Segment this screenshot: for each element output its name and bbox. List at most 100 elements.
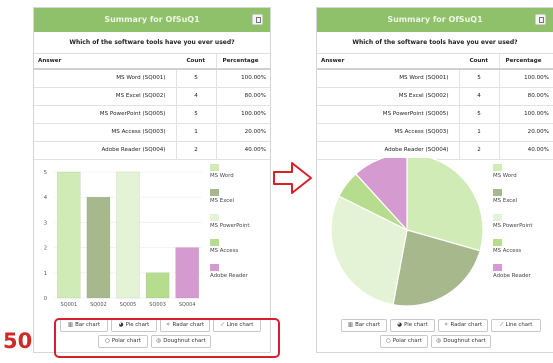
legend-swatch [493, 239, 502, 246]
legend-label: Adobe Reader [493, 273, 531, 279]
column-header-count: Count [459, 54, 500, 70]
answer-cell: MS PowerPoint (SQ005) [34, 105, 177, 124]
panel-title: Summary for OfSuQ1 [104, 15, 200, 24]
x-tick-label: SQ004 [179, 302, 196, 308]
chart-legend: MS Word MS Excel MS PowerPoint MS Access Ado… [210, 164, 249, 289]
summary-panel-pie: Summary for OfSuQ1 Which of the software… [316, 7, 553, 353]
table-row: MS Excel (SQ002) 4 80.00% [317, 87, 553, 106]
legend-swatch [210, 189, 219, 196]
x-tick-label: SQ003 [149, 302, 166, 308]
legend-item[interactable]: MS Access [493, 239, 532, 255]
legend-item[interactable]: Adobe Reader [493, 264, 532, 280]
panel-header: Summary for OfSuQ1 [34, 8, 270, 32]
highlight-box [54, 318, 280, 358]
table-row: MS Word (SQ001) 5 100.00% [34, 69, 270, 88]
legend-swatch [493, 214, 502, 221]
bar [86, 196, 111, 299]
x-tick-label: SQ001 [60, 302, 77, 308]
legend-swatch [493, 189, 502, 196]
count-cell: 1 [176, 123, 217, 142]
bar [175, 247, 199, 299]
count-cell: 5 [176, 105, 217, 124]
count-cell: 4 [459, 87, 500, 106]
y-tick-label: 1 [44, 271, 47, 277]
bar-chart: 0 1 2 3 4 5 SQ001 SQ002 SQ005 SQ003 SQ004 [44, 170, 202, 308]
question-text: Which of the software tools have you eve… [34, 32, 270, 54]
percentage-cell: 40.00% [499, 141, 553, 160]
answer-cell: MS Access (SQ003) [34, 123, 177, 142]
panel-title: Summary for OfSuQ1 [387, 15, 483, 24]
bar [57, 171, 81, 299]
export-icon[interactable] [535, 14, 546, 25]
count-cell: 2 [176, 141, 217, 160]
bar [116, 171, 140, 299]
percentage-cell: 20.00% [216, 123, 270, 142]
line-chart-icon: ⟋ [499, 322, 504, 328]
y-tick-label: 0 [44, 296, 47, 302]
percentage-cell: 80.00% [499, 87, 553, 106]
legend-swatch [210, 264, 219, 271]
table-header-row: Answer Count Percentage [34, 54, 270, 70]
percentage-cell: 100.00% [499, 105, 553, 124]
table-row: MS Access (SQ003) 1 20.00% [34, 123, 270, 142]
export-icon[interactable] [252, 14, 263, 25]
column-header-answer: Answer [317, 54, 459, 70]
step-number: 50 [3, 329, 33, 353]
answer-cell: MS Word (SQ001) [317, 69, 460, 88]
x-tick-label: SQ002 [90, 302, 107, 308]
legend-item[interactable]: MS Access [210, 239, 249, 255]
bar-chart-area: 0 1 2 3 4 5 SQ001 SQ002 SQ005 SQ003 SQ004 MS Word M… [34, 158, 270, 310]
summary-table: Answer Count Percentage MS Word (SQ001) 5… [317, 54, 553, 160]
legend-label: MS Word [210, 173, 234, 179]
legend-swatch [210, 239, 219, 246]
pie-chart-area: MS Word MS Excel MS PowerPoint MS Access Ado… [317, 153, 553, 310]
polar-chart-icon: ○ [386, 338, 391, 344]
polar-chart-button[interactable]: ○ Polar chart [380, 335, 428, 348]
legend-item[interactable]: MS PowerPoint [210, 214, 249, 230]
y-tick-label: 2 [44, 246, 47, 252]
pie-chart-icon: ◕ [397, 322, 403, 328]
table-row: MS Access (SQ003) 1 20.00% [317, 123, 553, 142]
legend-item[interactable]: MS Excel [210, 189, 249, 205]
bar [145, 272, 170, 299]
count-cell: 5 [176, 69, 217, 88]
line-chart-button[interactable]: ⟋ Line chart [491, 319, 541, 332]
legend-label: MS PowerPoint [493, 223, 533, 229]
legend-label: MS Word [493, 173, 517, 179]
radar-chart-icon: ✧ [443, 322, 449, 328]
summary-panel-bar: Summary for OfSuQ1 Which of the software… [33, 7, 271, 353]
percentage-cell: 100.00% [216, 69, 270, 88]
legend-swatch [210, 164, 219, 171]
pie-chart-button[interactable]: ◕ Pie chart [390, 319, 435, 332]
legend-label: MS Excel [493, 198, 518, 204]
legend-item[interactable]: Adobe Reader [210, 264, 249, 280]
legend-item[interactable]: MS Word [493, 164, 532, 180]
percentage-cell: 20.00% [499, 123, 553, 142]
legend-item[interactable]: MS PowerPoint [493, 214, 532, 230]
table-row: Adobe Reader (SQ004) 2 40.00% [317, 141, 553, 160]
count-cell: 2 [459, 141, 500, 160]
count-cell: 5 [459, 105, 500, 124]
legend-item[interactable]: MS Excel [493, 189, 532, 205]
table-row: MS Excel (SQ002) 4 80.00% [34, 87, 270, 106]
legend-swatch [493, 264, 502, 271]
bar-chart-icon: ▥ [347, 322, 354, 328]
answer-cell: MS Word (SQ001) [34, 69, 177, 88]
legend-label: MS PowerPoint [210, 223, 250, 229]
answer-cell: MS PowerPoint (SQ005) [317, 105, 460, 124]
doughnut-chart-icon: ◎ [436, 338, 442, 344]
legend-swatch [493, 164, 502, 171]
arrow-right-icon [273, 162, 312, 194]
legend-item[interactable]: MS Word [210, 164, 249, 180]
radar-chart-button[interactable]: ✧ Radar chart [438, 319, 488, 332]
bar-chart-button[interactable]: ▥ Bar chart [341, 319, 387, 332]
legend-label: MS Access [210, 248, 239, 254]
pie-chart [330, 153, 484, 307]
percentage-cell: 100.00% [499, 69, 553, 88]
doughnut-chart-button[interactable]: ◎ Doughnut chart [431, 335, 491, 348]
column-header-percentage: Percentage [499, 54, 553, 70]
answer-cell: MS Excel (SQ002) [317, 87, 460, 106]
y-tick-label: 5 [44, 170, 47, 176]
table-row: MS PowerPoint (SQ005) 5 100.00% [317, 105, 553, 124]
answer-cell: MS Excel (SQ002) [34, 87, 177, 106]
